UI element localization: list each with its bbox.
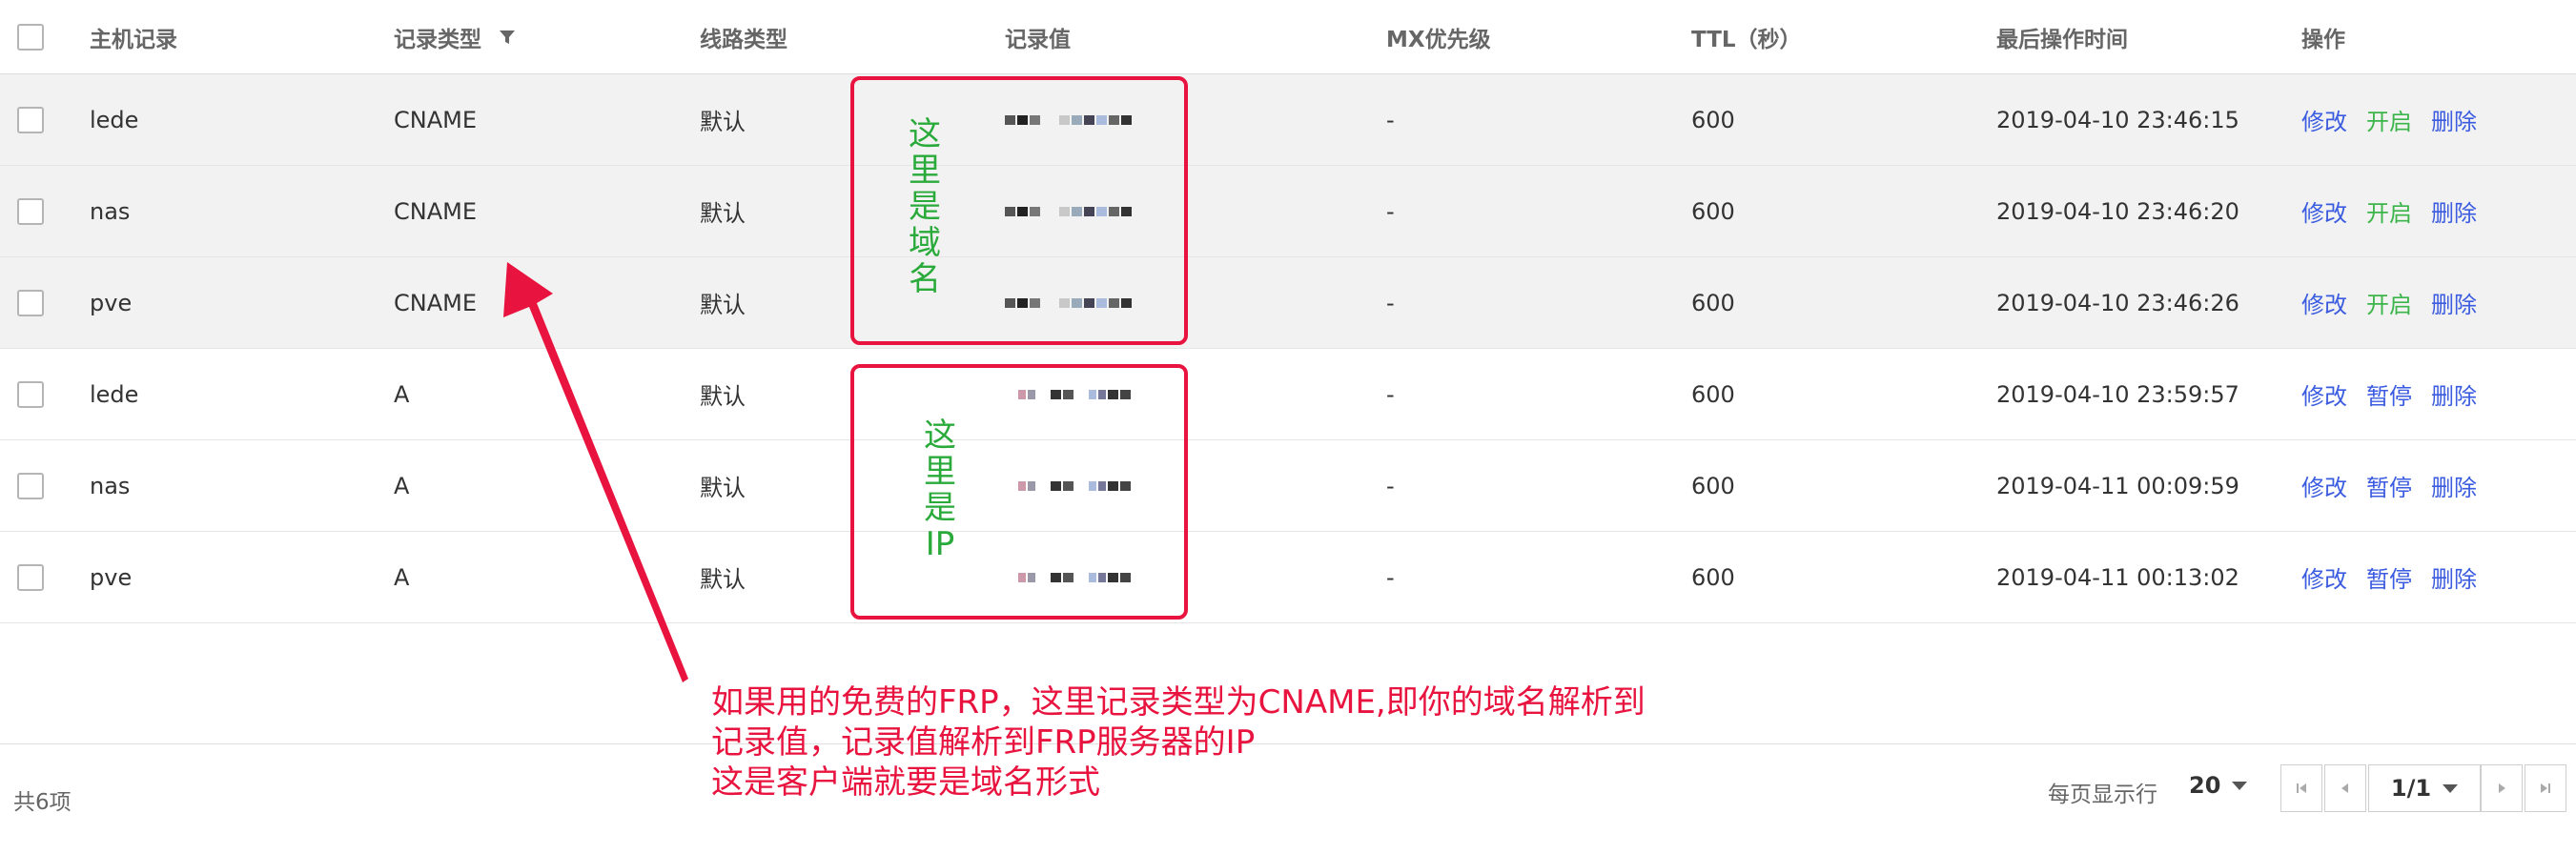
- page-indicator: 1/1: [2390, 775, 2432, 802]
- annotation-line: 这是客户端就要是域名形式: [711, 763, 1100, 802]
- per-page-value: 20: [2189, 772, 2221, 799]
- per-page-label: 每页显示行: [2048, 783, 2157, 807]
- first-page-icon: [2297, 783, 2306, 793]
- chevron-down-icon: [2232, 781, 2248, 790]
- total-count: 共6项: [13, 790, 72, 815]
- first-page-button[interactable]: [2280, 764, 2322, 812]
- next-page-button[interactable]: [2481, 764, 2523, 812]
- prev-page-button[interactable]: [2324, 764, 2366, 812]
- annotation-line: 记录值，记录值解析到FRP服务器的IP: [711, 723, 1256, 762]
- last-page-button[interactable]: [2525, 764, 2566, 812]
- last-page-icon: [2541, 783, 2550, 793]
- next-page-icon: [2499, 783, 2505, 793]
- chevron-down-icon: [2443, 783, 2459, 793]
- annotation-text: 如果用的免费的FRP，这里记录类型为CNAME,即你的域名解析到 记录值，记录值…: [711, 682, 1646, 803]
- prev-page-icon: [2341, 783, 2348, 793]
- annotation-line: 如果用的免费的FRP，这里记录类型为CNAME,即你的域名解析到: [711, 683, 1646, 722]
- per-page-select[interactable]: 20: [2189, 772, 2248, 799]
- page-select[interactable]: 1/1: [2368, 764, 2481, 812]
